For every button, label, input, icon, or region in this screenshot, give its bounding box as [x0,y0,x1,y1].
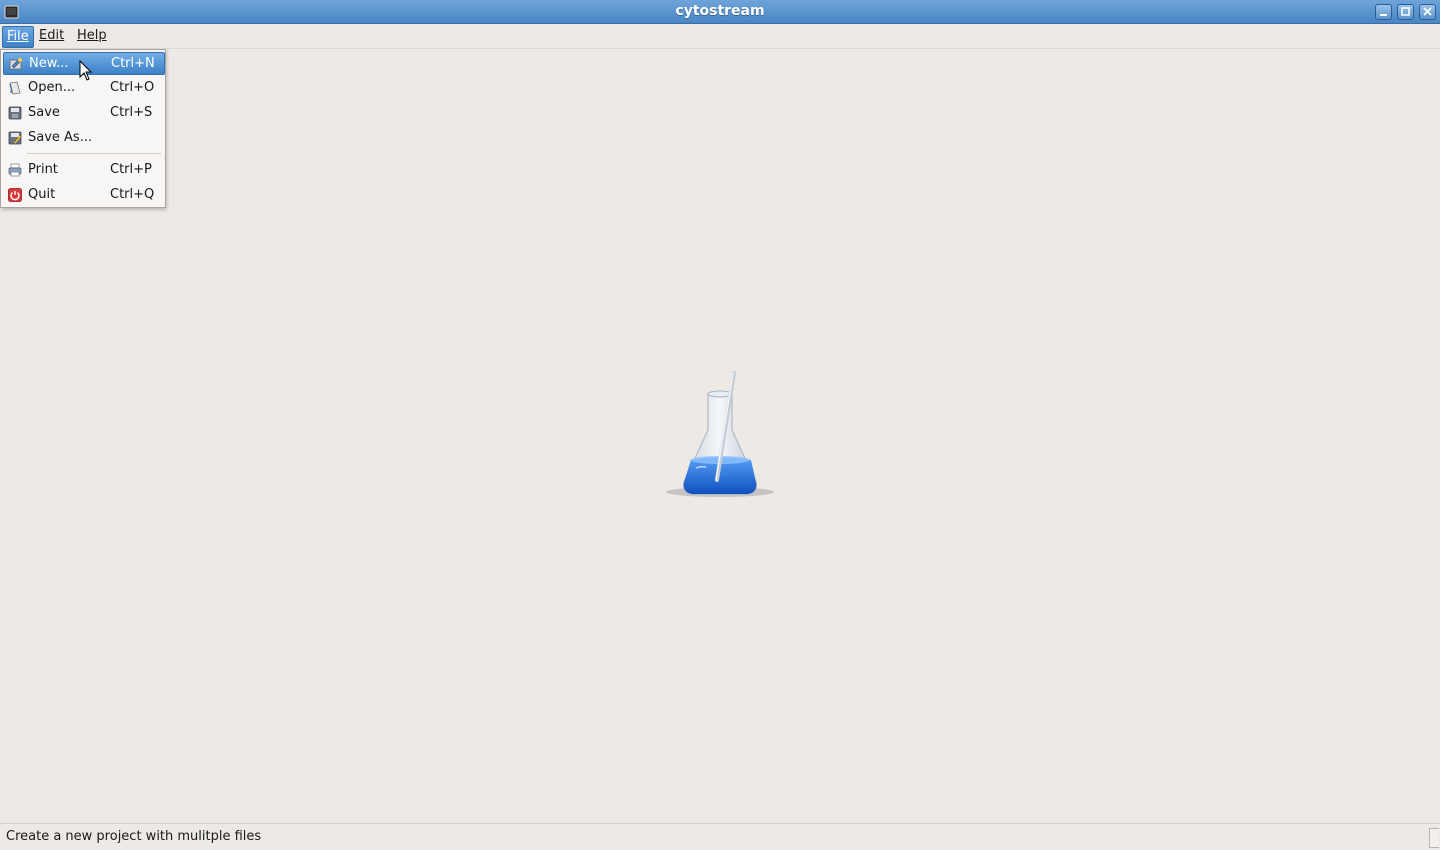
menu-bar: File Edit Help [0,24,1440,49]
menu-item-print[interactable]: Print Ctrl+P [3,159,165,182]
menu-item-new-label: New... [29,56,69,71]
resize-grip[interactable] [1429,828,1439,848]
menu-item-save[interactable]: Save Ctrl+S [3,102,165,125]
minimize-icon [1380,14,1387,16]
window-title: cytostream [675,3,765,19]
maximize-icon [1401,7,1410,16]
menu-item-new-shortcut: Ctrl+N [111,56,155,71]
menu-help-label: Help [77,28,107,43]
menu-item-quit[interactable]: Quit Ctrl+Q [3,184,165,207]
menu-item-print-shortcut: Ctrl+P [110,162,152,177]
menu-item-print-label: Print [28,162,58,177]
menu-item-quit-shortcut: Ctrl+Q [110,187,155,202]
menu-help[interactable]: Help [73,26,111,48]
new-project-icon [9,58,22,70]
menu-file-label: File [7,29,29,44]
quit-icon [8,188,22,202]
menu-item-open-shortcut: Ctrl+O [110,80,155,95]
menu-edit[interactable]: Edit [35,26,68,48]
menu-item-quit-label: Quit [28,187,56,202]
menu-item-save-shortcut: Ctrl+S [110,105,153,120]
save-as-icon [8,131,22,145]
status-bar: Create a new project with mulitple files [0,823,1440,850]
title-bar: cytostream [0,0,1440,24]
menu-edit-label: Edit [39,28,65,43]
menu-item-save-as[interactable]: Save As... [3,127,165,150]
mouse-pointer-icon [79,60,93,81]
menu-item-save-as-label: Save As... [28,130,93,145]
print-icon [8,163,22,177]
save-icon [8,106,22,120]
menu-file[interactable]: File [2,26,34,48]
open-icon [9,81,21,95]
flask-icon [666,371,774,497]
menu-item-save-label: Save [28,105,60,120]
close-button[interactable] [1419,4,1436,20]
menu-separator [27,153,161,154]
maximize-button[interactable] [1397,4,1414,20]
menu-item-open-label: Open... [28,80,76,95]
close-icon [1423,7,1432,16]
minimize-button[interactable] [1375,4,1392,20]
status-message: Create a new project with mulitple files [6,829,262,844]
